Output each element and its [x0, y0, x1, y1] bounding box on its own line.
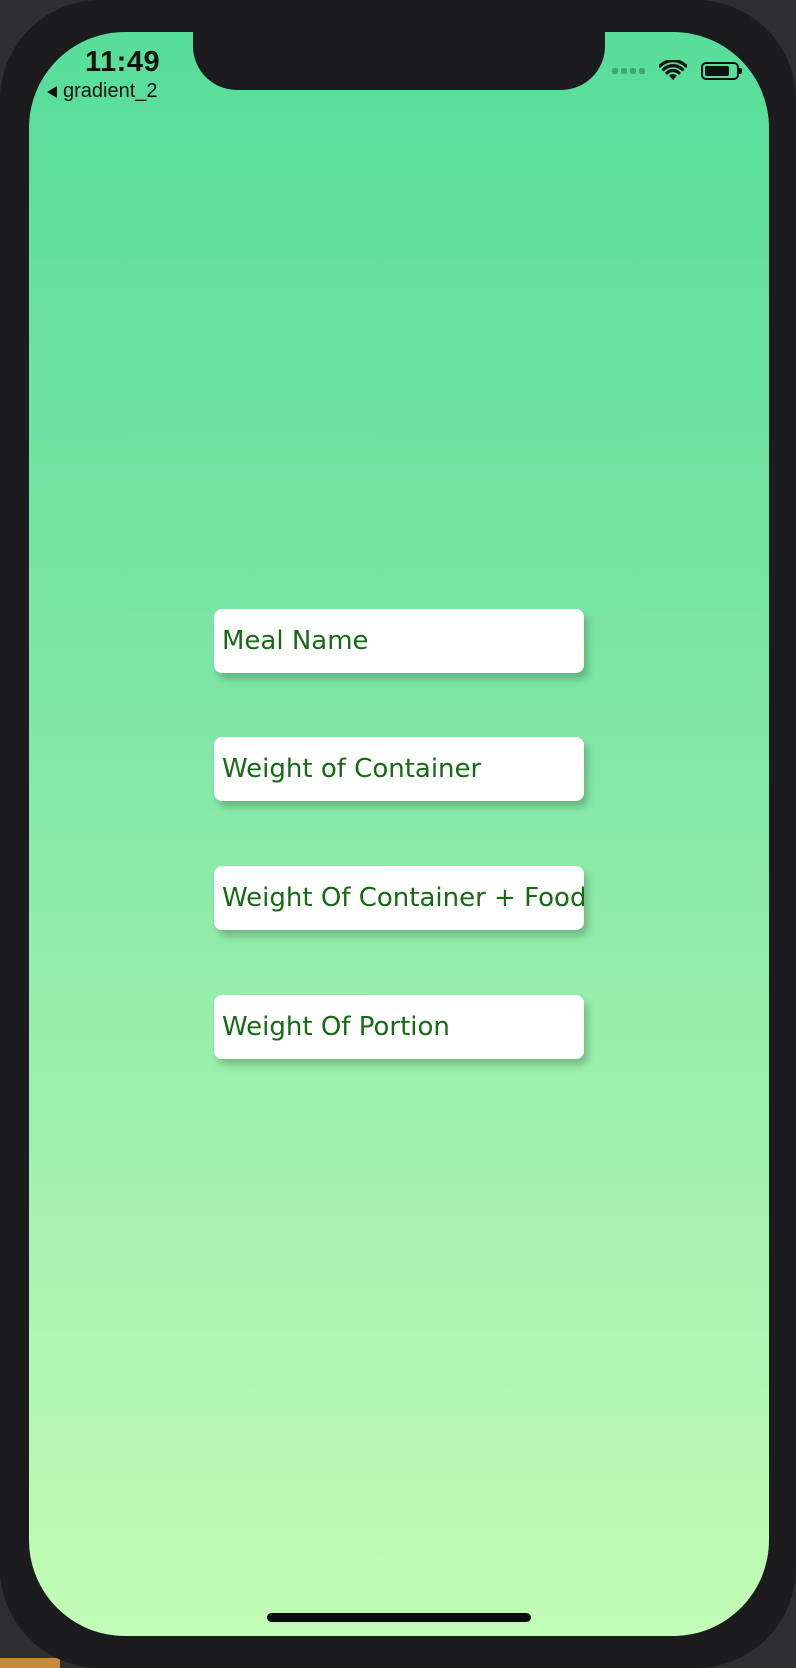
- cellular-signal-icon: [612, 68, 645, 74]
- app-screen: 11:49 gradient_2: [29, 32, 769, 1636]
- back-to-app-link[interactable]: gradient_2: [47, 80, 158, 103]
- home-indicator[interactable]: [267, 1613, 531, 1622]
- status-indicators: [612, 60, 742, 82]
- battery-icon: [701, 62, 742, 80]
- weight-of-portion-field[interactable]: [214, 995, 584, 1059]
- weight-of-container-input[interactable]: [222, 737, 584, 801]
- weight-of-portion-input[interactable]: [222, 995, 584, 1059]
- back-caret-icon: [47, 85, 57, 98]
- backdrop-accent: [0, 1658, 60, 1668]
- weight-of-container-field[interactable]: [214, 737, 584, 801]
- meal-name-input[interactable]: [222, 609, 584, 673]
- weight-of-container-plus-food-input[interactable]: [222, 866, 584, 930]
- status-time: 11:49: [85, 46, 161, 78]
- back-link-label: gradient_2: [63, 80, 158, 102]
- meal-name-field[interactable]: [214, 609, 584, 673]
- wifi-icon: [659, 60, 687, 80]
- battery-level: [705, 66, 729, 76]
- weight-of-container-plus-food-field[interactable]: [214, 866, 584, 930]
- device-notch: [193, 32, 605, 90]
- device-frame: 11:49 gradient_2: [0, 0, 796, 1668]
